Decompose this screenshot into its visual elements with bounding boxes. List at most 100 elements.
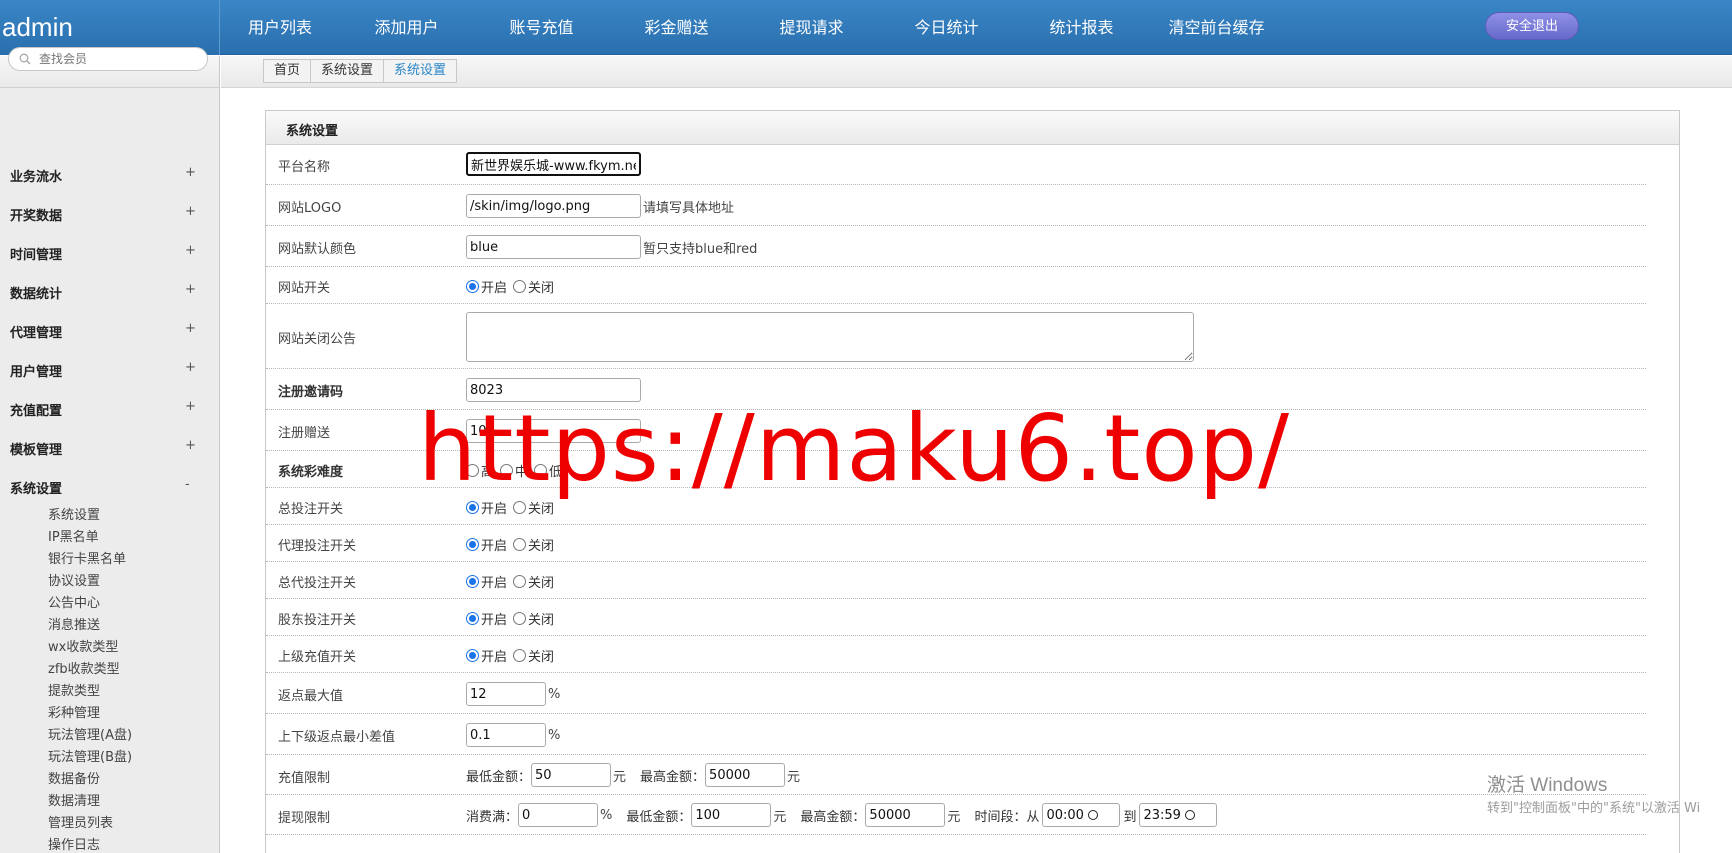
sidebar-item-play-management-a[interactable]: 玩法管理(A盘) — [48, 726, 132, 746]
search-input[interactable] — [39, 50, 199, 68]
sidebar-item-bankcard-blacklist[interactable]: 银行卡黑名单 — [48, 550, 126, 570]
default-color-label: 网站默认颜色 — [278, 242, 357, 257]
yuan-unit: 元 — [787, 769, 801, 785]
sidebar-group-label: 用户管理 — [10, 365, 63, 380]
sidebar-group-label: 系统设置 — [10, 482, 63, 497]
invite-code-input[interactable] — [466, 378, 641, 402]
bet-general-agent-off-radio[interactable]: 关闭 — [513, 572, 554, 591]
bet-agent-field: 开启 关闭 — [466, 535, 560, 554]
nav-withdraw-requests[interactable]: 提现请求 — [744, 0, 879, 55]
sidebar-item-data-backup[interactable]: 数据备份 — [48, 770, 100, 790]
percent-unit: % — [548, 686, 561, 702]
rebate-diff-input[interactable] — [466, 723, 546, 747]
invite-code-label: 注册邀请码 — [278, 385, 344, 400]
panel-title: 系统设置 — [286, 124, 339, 139]
logout-button[interactable]: 安全退出 — [1485, 12, 1579, 40]
withdraw-end-time[interactable]: 23:59 — [1139, 803, 1218, 827]
sidebar-item-lottery-management[interactable]: 彩种管理 — [48, 704, 100, 724]
register-gift-input[interactable] — [466, 419, 641, 443]
logo-input[interactable] — [466, 194, 641, 218]
recharge-max-input[interactable] — [705, 763, 786, 787]
bet-agent-off-radio[interactable]: 关闭 — [513, 535, 554, 554]
breadcrumb-home[interactable]: 首页 — [264, 60, 312, 82]
sidebar-group-recharge-config[interactable]: 充值配置 + — [0, 394, 210, 424]
sidebar-item-admin-list[interactable]: 管理员列表 — [48, 814, 113, 834]
default-color-field: 暂只支持blue和red — [466, 235, 757, 259]
radio-unchecked-icon — [513, 612, 527, 625]
nav-add-user[interactable]: 添加用户 — [339, 0, 474, 55]
nav-user-list[interactable]: 用户列表 — [221, 0, 339, 55]
sidebar-item-system-settings[interactable]: 系统设置 — [48, 506, 100, 526]
withdraw-min-input[interactable] — [691, 803, 772, 827]
recharge-parent-label: 上级充值开关 — [278, 650, 357, 665]
sidebar-group-template-management[interactable]: 模板管理 + — [0, 433, 210, 463]
windows-activation-hint: 转到"控制面板"中的"系统"以激活 Wi — [1487, 801, 1701, 816]
bet-total-on-radio[interactable]: 开启 — [466, 498, 507, 517]
sidebar-group-time-management[interactable]: 时间管理 + — [0, 238, 210, 268]
collapse-icon: - — [185, 477, 190, 492]
sidebar-item-agreement-settings[interactable]: 协议设置 — [48, 572, 100, 592]
bet-agent-on-radio[interactable]: 开启 — [466, 535, 507, 554]
row-recharge-limit: 充值限制 最低金额： 元 最高金额： 元 — [266, 755, 1646, 795]
recharge-parent-off-radio[interactable]: 关闭 — [513, 646, 554, 665]
bet-general-agent-field: 开启 关闭 — [466, 572, 560, 591]
sidebar-item-ip-blacklist[interactable]: IP黑名单 — [48, 528, 99, 548]
difficulty-medium-radio[interactable]: 中 — [500, 461, 528, 480]
sidebar-group-system-settings[interactable]: 系统设置 - — [0, 472, 210, 502]
sidebar-item-withdraw-types[interactable]: 提款类型 — [48, 682, 100, 702]
platform-name-label: 平台名称 — [278, 160, 331, 175]
difficulty-low-radio[interactable]: 低 — [534, 461, 562, 480]
sidebar-group-business-flow[interactable]: 业务流水 + — [0, 160, 210, 190]
sidebar-group-agent-management[interactable]: 代理管理 + — [0, 316, 210, 346]
sidebar-item-wx-payment-types[interactable]: wx收款类型 — [48, 638, 118, 658]
percent-unit: % — [548, 727, 561, 743]
sidebar-group-label: 数据统计 — [10, 287, 63, 302]
default-color-input[interactable] — [466, 235, 641, 259]
withdraw-consume-label: 消费满： — [466, 809, 519, 825]
withdraw-start-time[interactable]: 00:00 — [1042, 803, 1121, 827]
nav-stats-report[interactable]: 统计报表 — [1014, 0, 1149, 55]
sidebar-item-announcements[interactable]: 公告中心 — [48, 594, 100, 614]
nav-account-recharge[interactable]: 账号充值 — [474, 0, 609, 55]
sidebar-item-zfb-payment-types[interactable]: zfb收款类型 — [48, 660, 120, 680]
windows-activation-title: 激活 Windows — [1487, 775, 1608, 796]
withdraw-limit-label: 提现限制 — [278, 811, 331, 826]
recharge-min-input[interactable] — [531, 763, 612, 787]
sidebar-group-label: 开奖数据 — [10, 209, 63, 224]
sidebar-item-play-management-b[interactable]: 玩法管理(B盘) — [48, 748, 132, 768]
close-notice-textarea[interactable] — [466, 312, 1194, 362]
member-search[interactable] — [8, 47, 208, 71]
sidebar-group-data-stats[interactable]: 数据统计 + — [0, 277, 210, 307]
difficulty-field: 高 中 低 — [466, 461, 568, 480]
recharge-parent-on-radio[interactable]: 开启 — [466, 646, 507, 665]
clock-icon — [1087, 810, 1098, 820]
rebate-max-input[interactable] — [466, 682, 546, 706]
withdraw-max-input[interactable] — [865, 803, 946, 827]
recharge-min-label: 最低金额： — [466, 769, 532, 785]
bet-shareholder-on-radio[interactable]: 开启 — [466, 609, 507, 628]
radio-label: 关闭 — [528, 650, 555, 665]
platform-name-input[interactable] — [466, 152, 641, 176]
difficulty-high-radio[interactable]: 高 — [466, 461, 494, 480]
nav-bonus-gift[interactable]: 彩金赠送 — [609, 0, 744, 55]
sidebar-item-operation-log[interactable]: 操作日志 — [48, 836, 100, 853]
sidebar-group-lottery-data[interactable]: 开奖数据 + — [0, 199, 210, 229]
time-to-label: 到 — [1123, 809, 1137, 825]
site-switch-off-radio[interactable]: 关闭 — [513, 277, 554, 296]
sidebar-item-message-push[interactable]: 消息推送 — [48, 616, 100, 636]
bet-shareholder-off-radio[interactable]: 关闭 — [513, 609, 554, 628]
nav-today-stats[interactable]: 今日统计 — [879, 0, 1014, 55]
site-switch-on-radio[interactable]: 开启 — [466, 277, 507, 296]
sidebar-item-data-cleanup[interactable]: 数据清理 — [48, 792, 100, 812]
nav-clear-cache[interactable]: 清空前台缓存 — [1149, 0, 1284, 55]
logo-field: 请填写具体地址 — [466, 194, 734, 218]
withdraw-consume-input[interactable] — [518, 803, 599, 827]
breadcrumb-system-settings[interactable]: 系统设置 — [311, 60, 385, 82]
bet-total-off-radio[interactable]: 关闭 — [513, 498, 554, 517]
sidebar-group-user-management[interactable]: 用户管理 + — [0, 355, 210, 385]
register-gift-label: 注册赠送 — [278, 426, 331, 441]
bet-general-agent-on-radio[interactable]: 开启 — [466, 572, 507, 591]
rebate-diff-field: % — [466, 723, 560, 747]
withdraw-max-label: 最高金额： — [800, 809, 866, 825]
radio-checked-icon — [466, 575, 479, 588]
